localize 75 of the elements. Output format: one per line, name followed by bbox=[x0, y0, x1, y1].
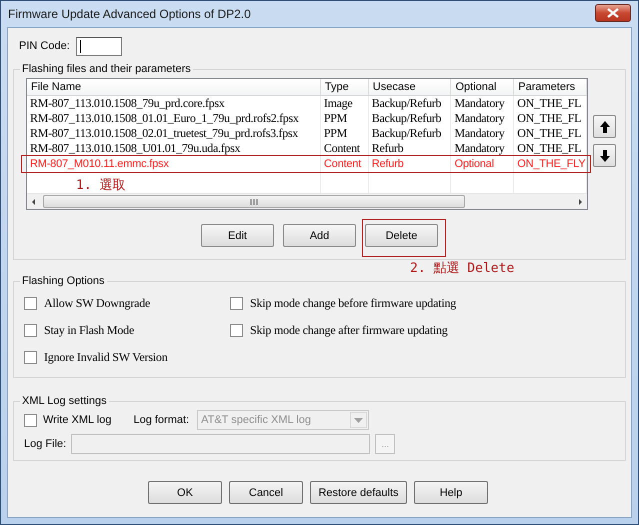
file-row[interactable]: RM-807_113.010.1508_U01.01_79u.uda.fpsx Content Refurb Mandatory ON_THE_FL bbox=[27, 141, 587, 156]
table-cell: RM-807_113.010.1508_01.01_Euro_1_79u_prd.rofs2.fpsx bbox=[27, 111, 321, 126]
move-down-button[interactable] bbox=[593, 144, 616, 167]
table-cell: RM-807_M010.11.emmc.fpsx bbox=[27, 156, 321, 171]
table-cell: Backup/Refurb bbox=[368, 126, 452, 141]
table-cell: RM-807_113.010.1508_U01.01_79u.uda.fpsx bbox=[27, 141, 321, 156]
checkbox-label: Stay in Flash Mode bbox=[44, 322, 134, 338]
log-file-label: Log File: bbox=[24, 438, 66, 450]
dropdown-arrow-icon bbox=[354, 418, 364, 422]
checkbox-label: Write XML log bbox=[43, 414, 112, 426]
column-header[interactable]: Optional bbox=[451, 79, 514, 95]
table-cell: Refurb bbox=[368, 156, 452, 171]
table-cell: ON_THE_FL bbox=[514, 126, 587, 141]
close-icon bbox=[607, 8, 619, 18]
window-title: Firmware Update Advanced Options of DP2.0 bbox=[7, 7, 251, 21]
column-header[interactable]: Parameters bbox=[514, 79, 587, 95]
checkbox-label: Skip mode change after firmware updating bbox=[250, 322, 448, 338]
table-cell: Backup/Refurb bbox=[368, 96, 452, 111]
group-title: Flashing Options bbox=[21, 275, 106, 287]
file-row[interactable]: RM-807_113.010.1508_02.01_truetest_79u_prd.rofs3.fpsx PPM Backup/Refurb Mandatory ON_THE_FL bbox=[27, 126, 587, 141]
grip-icon bbox=[250, 198, 258, 204]
table-cell: Mandatory bbox=[451, 111, 514, 126]
move-up-button[interactable] bbox=[593, 115, 616, 138]
annotation-text: 2. 點選 Delete bbox=[410, 260, 514, 277]
file-list[interactable] bbox=[26, 78, 588, 210]
table-cell: ON_THE_FL bbox=[514, 96, 587, 111]
checkbox[interactable] bbox=[24, 350, 37, 364]
table-cell: ON_THE_FL bbox=[514, 141, 587, 156]
file-row[interactable]: RM-807_M010.11.emmc.fpsx Content Refurb Optional ON_THE_FLY bbox=[27, 156, 587, 171]
pin-code-label: PIN Code: bbox=[19, 40, 70, 52]
dialog-button[interactable]: Add bbox=[283, 224, 356, 247]
dialog-button[interactable]: Restore defaults bbox=[310, 481, 407, 504]
table-cell: Optional bbox=[451, 156, 514, 171]
file-row[interactable]: RM-807_113.010.1508_79u_prd.core.fpsx Image Backup/Refurb Mandatory ON_THE_FL bbox=[27, 96, 587, 111]
pin-code-field[interactable] bbox=[76, 36, 122, 56]
dialog-button[interactable]: Edit bbox=[201, 224, 274, 247]
scrollbar-thumb[interactable] bbox=[43, 195, 465, 208]
table-cell: RM-807_113.010.1508_02.01_truetest_79u_prd.rofs3.fpsx bbox=[27, 126, 321, 141]
table-cell: Refurb bbox=[368, 141, 452, 156]
table-cell: Mandatory bbox=[451, 141, 514, 156]
table-cell: Image bbox=[320, 96, 369, 111]
table-cell: PPM bbox=[320, 126, 369, 141]
table-cell: ON_THE_FLY bbox=[514, 156, 587, 171]
up-arrow-icon bbox=[598, 120, 610, 134]
checkbox[interactable] bbox=[230, 324, 243, 336]
table-cell: Mandatory bbox=[451, 96, 514, 111]
table-cell: Backup/Refurb bbox=[368, 111, 452, 126]
table-cell: ON_THE_FL bbox=[514, 111, 587, 126]
dialog-button[interactable]: OK bbox=[148, 481, 222, 504]
down-arrow-icon bbox=[598, 148, 610, 162]
dialog-button[interactable]: Delete bbox=[365, 224, 438, 247]
table-cell: Mandatory bbox=[451, 126, 514, 141]
checkbox-label: Ignore Invalid SW Version bbox=[44, 350, 168, 364]
dialog-button[interactable]: Cancel bbox=[229, 481, 303, 504]
file-row[interactable]: RM-807_113.010.1508_01.01_Euro_1_79u_prd.rofs2.fpsx PPM Backup/Refurb Mandatory ON_THE_FL bbox=[27, 111, 587, 126]
table-cell: RM-807_113.010.1508_79u_prd.core.fpsx bbox=[27, 96, 321, 111]
checkbox[interactable] bbox=[24, 324, 37, 336]
log-format-label: Log format: bbox=[133, 414, 190, 426]
group-title: Flashing files and their parameters bbox=[21, 63, 192, 75]
checkbox[interactable] bbox=[24, 296, 37, 310]
checkbox-label: Allow SW Downgrade bbox=[44, 296, 150, 310]
annotation-text: 1. 選取 bbox=[76, 177, 126, 194]
table-cell: Content bbox=[320, 141, 369, 156]
group-title: XML Log settings bbox=[21, 395, 108, 407]
checkbox[interactable] bbox=[230, 296, 243, 310]
column-header[interactable]: Usecase bbox=[368, 79, 452, 95]
checkbox[interactable] bbox=[24, 414, 37, 426]
dialog-button[interactable]: Help bbox=[414, 481, 488, 504]
checkbox-label: Skip mode change before firmware updating bbox=[250, 296, 456, 310]
close-button[interactable] bbox=[595, 4, 631, 22]
column-header[interactable]: File Name bbox=[27, 79, 321, 95]
horizontal-scrollbar[interactable] bbox=[27, 193, 587, 209]
table-cell: Content bbox=[320, 156, 369, 171]
column-header[interactable]: Type bbox=[320, 79, 369, 95]
table-cell: PPM bbox=[320, 111, 369, 126]
